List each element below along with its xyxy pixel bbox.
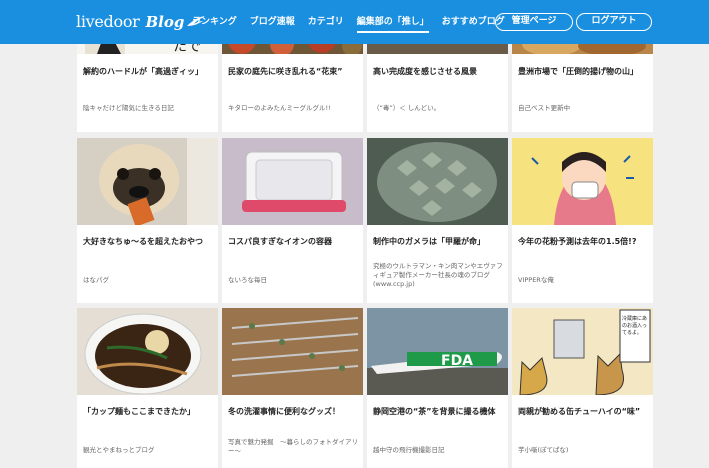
blog-name: 陰キャだけど陽気に生きる日記 [83, 104, 174, 112]
article-title: 冬の洗濯事情に便利なグッズ！ [228, 407, 340, 416]
article-title: 民家の庭先に咲き乱れる“花束” [228, 67, 343, 76]
article-title: コスパ良すぎなイオンの容器 [228, 237, 332, 246]
article-thumbnail [77, 308, 218, 395]
nav-ranking[interactable]: ランキング [192, 0, 237, 44]
blog-name: はなパグ [83, 276, 109, 284]
nav-editors-picks[interactable]: 編集部の「推し」 [356, 0, 429, 44]
article-card[interactable]: 大好きなちゅ～るを超えたおやつ はなパグ [77, 138, 218, 303]
site-header: livedoor Blog ランキング ブログ速報 カテゴリ 編集部の「推し」 … [0, 0, 709, 44]
logout-button[interactable]: ログアウト [576, 13, 652, 31]
article-title: 豊洲市場で「圧倒的揚げ物の山」 [518, 67, 638, 76]
article-card[interactable]: 制作中のガメラは「甲羅が命」 究極のウルトラマン・キン肉マンやエヴァフィギュア製… [367, 138, 508, 303]
logo-livedoor-text: livedoor [76, 12, 140, 31]
article-thumbnail [222, 138, 363, 225]
blog-name: VIPPERな俺 [518, 276, 554, 284]
blog-name: 写真で魅力発掘 ～暮らしのフォトダイアリー～ [228, 438, 358, 455]
article-card[interactable]: 冬の洗濯事情に便利なグッズ！ 写真で魅力発掘 ～暮らしのフォトダイアリー～ [222, 308, 363, 468]
logo-blog-text: Blog [145, 13, 185, 31]
thumb-livery-text: FDA [441, 353, 473, 369]
blog-name: 観光とやまねっとブログ [83, 446, 155, 454]
article-thumbnail [367, 138, 508, 225]
article-title: 両親が勧める缶チューハイの“味” [518, 407, 641, 416]
article-thumbnail [222, 308, 363, 395]
blog-name: ないろな毎日 [228, 276, 267, 284]
article-title: 高い完成度を感じさせる風景 [373, 67, 477, 76]
article-thumbnail [512, 138, 653, 225]
article-thumbnail: 冷蔵庫にあのお酒入ってるよ。 [512, 308, 653, 395]
article-card[interactable]: 今年の花粉予測は去年の1.5倍!? VIPPERな俺 [512, 138, 653, 303]
main-nav: ランキング ブログ速報 カテゴリ 編集部の「推し」 おすすめブログ [192, 0, 518, 44]
article-title: 今年の花粉予測は去年の1.5倍!? [518, 237, 637, 246]
article-title: 静岡空港の“茶”を背景に撮る機体 [373, 407, 496, 416]
nav-category[interactable]: カテゴリ [308, 0, 344, 44]
article-card[interactable]: FDA 静岡空港の“茶”を背景に撮る機体 越中守の飛行機撮影日記 [367, 308, 508, 468]
article-card[interactable]: コスパ良すぎなイオンの容器 ないろな毎日 [222, 138, 363, 303]
livedoor-blog-logo[interactable]: livedoor Blog [76, 12, 206, 31]
nav-blog-news[interactable]: ブログ速報 [250, 0, 295, 44]
article-title: 解約のハードルが「高過ぎィッ」 [83, 67, 203, 76]
manage-page-button[interactable]: 管理ページ [495, 13, 573, 31]
blog-name: キタローのよみたんミーグルグル!! [228, 104, 331, 112]
article-card[interactable]: 「カップ麺もここまできたか」 観光とやまねっとブログ [77, 308, 218, 468]
article-thumbnail: FDA [367, 308, 508, 395]
blog-name: 究極のウルトラマン・キン肉マンやエヴァフィギュア製作メーカー社長の魂のブログ(w… [373, 262, 503, 288]
article-title: 「カップ麺もここまできたか」 [83, 407, 195, 416]
blog-name: 越中守の飛行機撮影日記 [373, 446, 445, 454]
article-card[interactable]: 冷蔵庫にあのお酒入ってるよ。 両親が勧める缶チューハイの“味” 芋小噺(ぽてぱな… [512, 308, 653, 468]
blog-name: 芋小噺(ぽてぱな) [518, 446, 569, 454]
article-thumbnail [77, 138, 218, 225]
article-title: 制作中のガメラは「甲羅が命」 [373, 237, 485, 246]
blog-name: 自己ベスト更新中 [518, 104, 571, 112]
blog-name: （“毒”）＜ しんどい。 [373, 104, 441, 112]
article-title: 大好きなちゅ～るを超えたおやつ [83, 237, 203, 246]
